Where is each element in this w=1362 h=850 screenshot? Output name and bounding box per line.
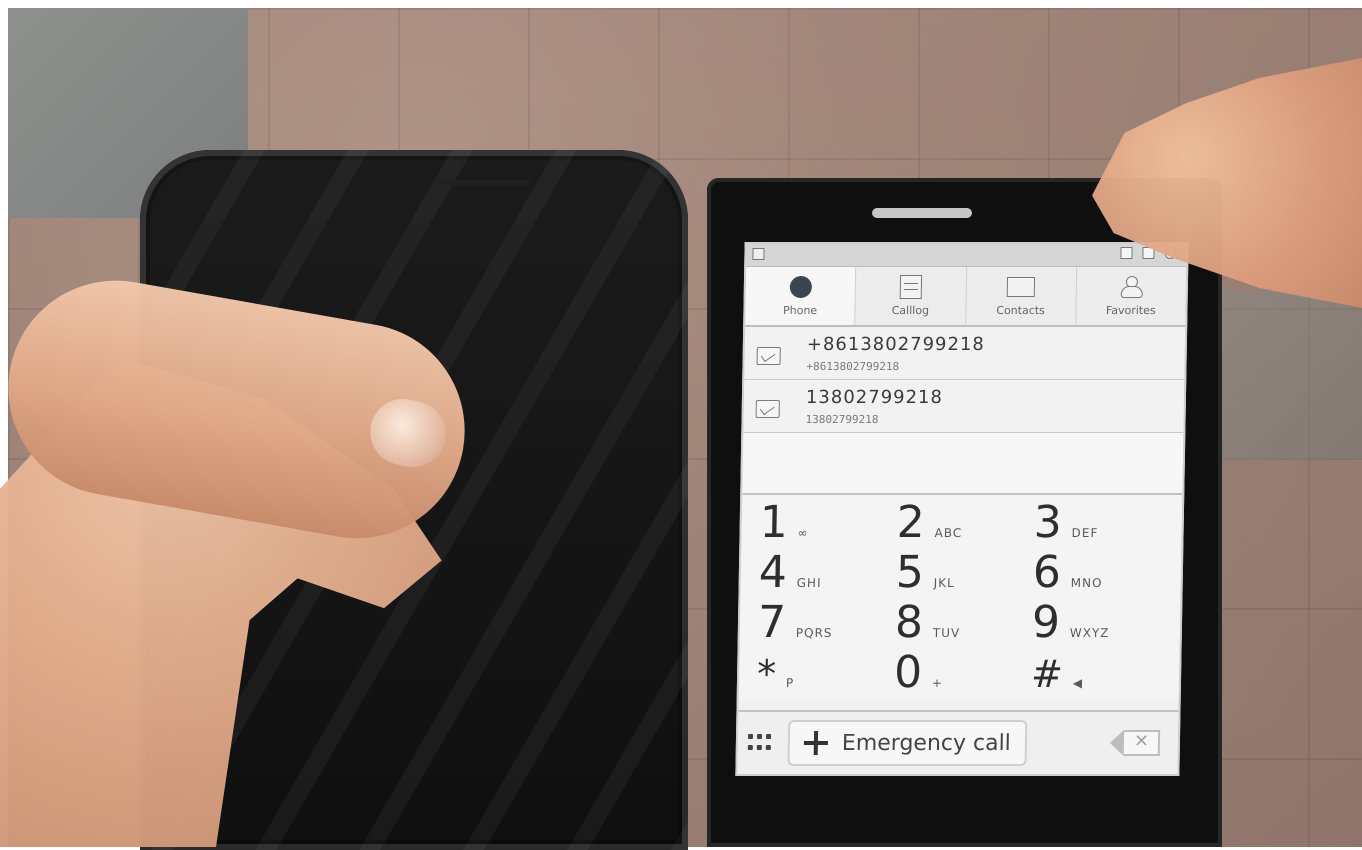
notification-icon	[752, 248, 765, 260]
keypad-row: 7 PQRS 8 TUV 9 WXYZ	[757, 597, 1163, 651]
key-digit: 9	[1031, 597, 1061, 648]
dial-keypad: 1 ∞ 2 ABC 3 DEF 4 GHI 5 JKL 6 MNO 7 PQRS…	[738, 495, 1183, 701]
key-letters: WXYZ	[1069, 626, 1110, 640]
tab-label: Contacts	[996, 303, 1045, 317]
key-letters: MNO	[1070, 576, 1103, 590]
key-digit: 3	[1033, 497, 1063, 548]
key-digit: 7	[757, 597, 787, 648]
plus-icon	[804, 731, 828, 755]
phone-tab-icon	[786, 275, 814, 298]
key-9[interactable]: 9 WXYZ	[1031, 597, 1163, 648]
dialpad-grid-icon[interactable]	[747, 734, 772, 752]
key-letters: ∞	[797, 526, 809, 540]
speaker-grille	[440, 180, 530, 186]
call-entry[interactable]: +8613802799218 +8613802799218	[744, 327, 1186, 380]
key-7[interactable]: 7 PQRS	[757, 597, 889, 648]
key-digit: 6	[1032, 547, 1062, 598]
key-0[interactable]: 0 +	[893, 647, 1025, 698]
key-hash[interactable]: # ◀	[1031, 652, 1162, 696]
key-digit: 0	[893, 647, 923, 698]
right-phone: Phone Calllog Contacts Favorites +861380…	[707, 178, 1222, 847]
emergency-call-label: Emergency call	[841, 730, 1012, 756]
key-2[interactable]: 2 ABC	[896, 497, 1027, 548]
dialer-tabs: Phone Calllog Contacts Favorites	[745, 267, 1187, 327]
backspace-icon[interactable]	[1123, 730, 1161, 756]
keypad-row: 1 ∞ 2 ABC 3 DEF	[759, 497, 1164, 551]
tab-favorites[interactable]: Favorites	[1076, 267, 1186, 325]
tab-label: Favorites	[1105, 303, 1156, 317]
key-4[interactable]: 4 GHI	[758, 547, 889, 598]
tab-calllog[interactable]: Calllog	[855, 267, 967, 325]
dialer-bottom-bar: Emergency call	[737, 710, 1179, 774]
emergency-call-button[interactable]: Emergency call	[787, 720, 1028, 766]
key-digit: #	[1030, 652, 1064, 696]
key-1[interactable]: 1 ∞	[759, 497, 890, 548]
tab-phone[interactable]: Phone	[745, 267, 857, 325]
status-bar	[746, 244, 1187, 267]
speaker-grille	[872, 208, 972, 218]
keypad-row: 4 GHI 5 JKL 6 MNO	[758, 547, 1163, 601]
keypad-row: * P 0 + # ◀	[757, 647, 1162, 701]
key-letters: ABC	[934, 526, 963, 540]
call-subtext: +8613802799218	[806, 360, 900, 373]
key-letters: DEF	[1071, 526, 1099, 540]
key-star[interactable]: * P	[757, 652, 888, 696]
key-5[interactable]: 5 JKL	[895, 547, 1026, 598]
key-letters: P	[785, 676, 795, 690]
key-letters: +	[931, 676, 944, 690]
key-digit: *	[756, 652, 777, 696]
call-number: +8613802799218	[806, 334, 986, 355]
call-number: 13802799218	[805, 387, 944, 408]
call-entry[interactable]: 13802799218 13802799218	[743, 380, 1185, 433]
key-digit: 8	[894, 597, 924, 648]
dial-input-area[interactable]	[742, 433, 1184, 495]
tab-label: Calllog	[891, 303, 930, 317]
key-6[interactable]: 6 MNO	[1032, 547, 1163, 598]
signal-icon	[1120, 247, 1133, 259]
incoming-call-icon	[755, 400, 780, 418]
key-8[interactable]: 8 TUV	[894, 597, 1026, 648]
key-letters: TUV	[932, 626, 961, 640]
call-list: +8613802799218 +8613802799218 1380279921…	[743, 327, 1186, 433]
key-letters: PQRS	[795, 626, 833, 640]
key-letters: JKL	[933, 576, 955, 590]
key-digit: 5	[895, 547, 925, 598]
call-subtext: 13802799218	[805, 413, 879, 426]
favorites-tab-icon	[1117, 276, 1145, 298]
tab-contacts[interactable]: Contacts	[965, 267, 1077, 325]
key-digit: 1	[759, 497, 789, 548]
outgoing-call-icon	[756, 347, 781, 365]
key-3[interactable]: 3 DEF	[1033, 497, 1164, 548]
calllog-tab-icon	[897, 274, 925, 299]
key-letters: ◀	[1072, 676, 1084, 690]
contacts-tab-icon	[1006, 276, 1036, 298]
tab-label: Phone	[782, 303, 818, 317]
key-digit: 4	[758, 547, 788, 598]
phone-screen: Phone Calllog Contacts Favorites +861380…	[735, 242, 1189, 776]
key-digit: 2	[896, 497, 926, 548]
key-letters: GHI	[796, 576, 822, 590]
